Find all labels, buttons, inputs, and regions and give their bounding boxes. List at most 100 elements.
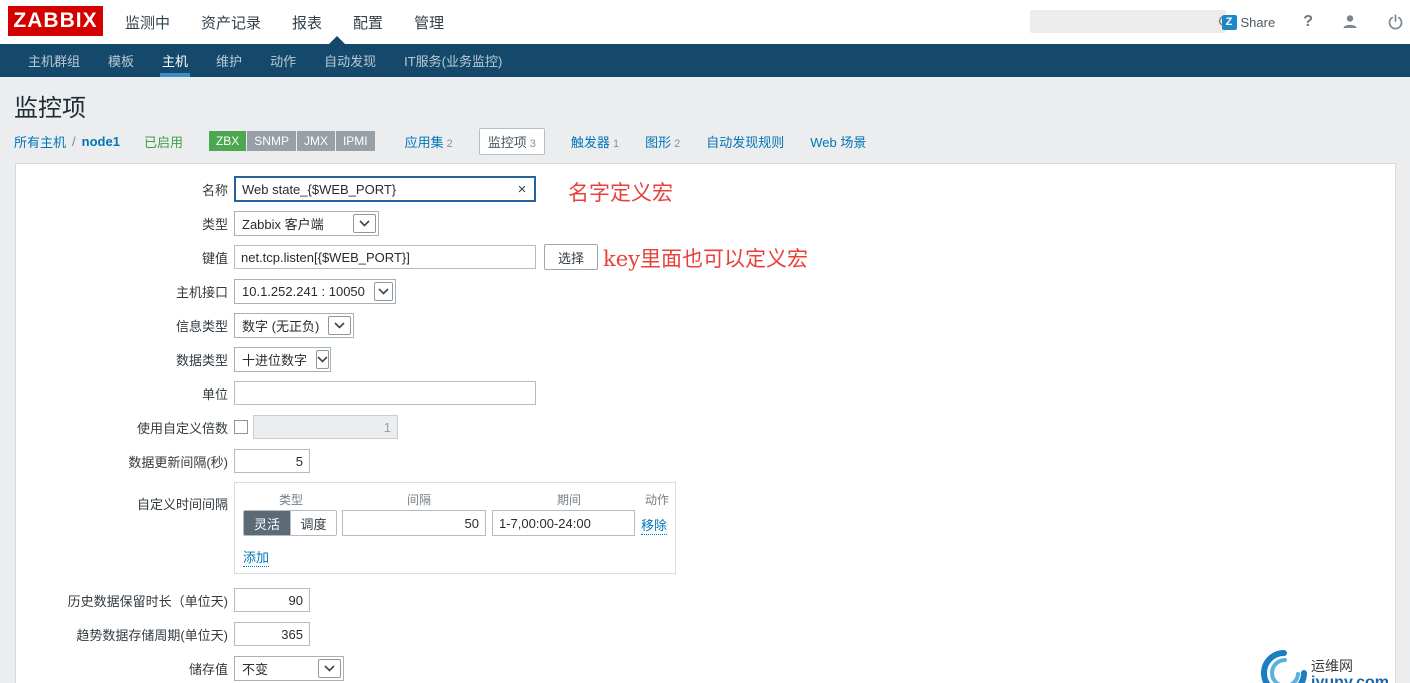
zabbix-logo[interactable]: ZABBIX — [8, 6, 103, 36]
custom-multiplier-label: 使用自定义倍数 — [136, 420, 228, 436]
row-name: 名称 × — [16, 176, 536, 202]
units-label: 单位 — [201, 386, 228, 402]
chevron-down-icon — [318, 658, 341, 678]
search-box — [1030, 10, 1232, 33]
share-button[interactable]: Z Share — [1221, 14, 1276, 30]
row-trend: 趋势数据存储周期(单位天) — [16, 621, 310, 647]
zabbix-item-config-screen: ZABBIX 监测中 资产记录 报表 配置 管理 Z Share ? 主机群组 … — [0, 0, 1410, 683]
menu-configuration[interactable]: 配置 — [353, 12, 383, 33]
chevron-down-icon — [373, 281, 393, 301]
col-period: 期间 — [557, 493, 582, 507]
trend-input[interactable] — [234, 622, 310, 646]
type-label: 类型 — [201, 216, 228, 232]
host-status-enabled[interactable]: 已启用 — [144, 132, 183, 151]
key-select-button[interactable]: 选择 — [544, 244, 599, 270]
history-input[interactable] — [234, 588, 310, 612]
iyunv-logo-icon — [1261, 650, 1308, 683]
breadcrumb-host[interactable]: node1 — [82, 134, 120, 149]
update-interval-input[interactable] — [234, 449, 310, 473]
key-input[interactable] — [234, 245, 536, 269]
logout-power-icon[interactable] — [1387, 13, 1404, 31]
watermark: 运维网 iyunv.com — [1261, 650, 1389, 683]
custom-intervals-label: 自定义时间间隔 — [136, 496, 228, 512]
entity-tabs: 应用集 2 监控项 3 触发器 1 图形 2 自动发现规则 Web 场景 — [405, 127, 866, 155]
units-input[interactable] — [234, 381, 536, 405]
tab-count: 2 — [674, 137, 681, 150]
type-select-value: Zabbix 客户端 — [242, 216, 324, 232]
subnav-it-services[interactable]: IT服务(业务监控) — [390, 44, 516, 77]
breadcrumb: 所有主机 / node1 已启用 ZBX SNMP JMX IPMI 应用集 2… — [14, 127, 866, 155]
name-input[interactable] — [236, 181, 510, 197]
row-units: 单位 — [16, 380, 536, 406]
tab-count: 3 — [529, 137, 536, 150]
history-label: 历史数据保留时长（单位天) — [67, 593, 228, 609]
search-input[interactable] — [1030, 10, 1218, 33]
store-value-select-value: 不变 — [242, 661, 269, 677]
subnav-host-groups[interactable]: 主机群组 — [14, 44, 94, 77]
tab-applications[interactable]: 应用集 2 — [405, 132, 453, 151]
tab-count: 2 — [446, 137, 453, 150]
agent-badges: ZBX SNMP JMX IPMI — [208, 131, 375, 151]
top-menu: 监测中 资产记录 报表 配置 管理 — [125, 0, 444, 44]
info-type-select[interactable]: 数字 (无正负) — [234, 312, 355, 338]
row-type: 类型 Zabbix 客户端 — [16, 210, 379, 236]
tab-label: 图形 — [645, 134, 672, 150]
chevron-down-icon — [353, 213, 376, 233]
tab-triggers[interactable]: 触发器 1 — [571, 132, 619, 151]
host-interface-select[interactable]: 10.1.252.241 : 10050 — [234, 278, 396, 304]
tab-graphs[interactable]: 图形 2 — [645, 132, 680, 151]
tab-items[interactable]: 监控项 3 — [478, 127, 545, 155]
page-title: 监控项 — [14, 95, 86, 122]
row-store-value: 储存值 不变 — [16, 655, 344, 681]
type-select[interactable]: Zabbix 客户端 — [234, 210, 379, 236]
tab-web-scenarios[interactable]: Web 场景 — [810, 132, 866, 151]
tab-label: 监控项 — [487, 134, 527, 150]
period-input[interactable] — [492, 510, 635, 536]
subnav-hosts[interactable]: 主机 — [148, 44, 202, 77]
row-host-interface: 主机接口 10.1.252.241 : 10050 — [16, 278, 396, 304]
row-info-type: 信息类型 数字 (无正负) — [16, 312, 355, 338]
host-interface-select-value: 10.1.252.241 : 10050 — [242, 283, 365, 299]
top-bar: ZABBIX 监测中 资产记录 报表 配置 管理 Z Share ? — [0, 0, 1410, 44]
data-type-select[interactable]: 十进位数字 — [234, 346, 331, 372]
subnav-discovery[interactable]: 自动发现 — [310, 44, 390, 77]
share-label: Share — [1240, 14, 1276, 30]
row-custom-multiplier: 使用自定义倍数 — [16, 414, 398, 440]
row-history: 历史数据保留时长（单位天) — [16, 587, 310, 613]
subnav-maintenance[interactable]: 维护 — [202, 44, 256, 77]
watermark-site-url: iyunv.com — [1311, 674, 1389, 683]
host-interface-label: 主机接口 — [175, 284, 228, 300]
tab-discovery-rules[interactable]: 自动发现规则 — [706, 132, 784, 151]
help-button[interactable]: ? — [1303, 13, 1313, 31]
store-value-select[interactable]: 不变 — [234, 655, 344, 681]
menu-reports[interactable]: 报表 — [292, 12, 322, 33]
name-field-wrap: × — [234, 176, 536, 202]
user-profile-icon[interactable] — [1341, 13, 1359, 31]
toggle-scheduled[interactable]: 调度 — [290, 511, 336, 535]
active-menu-pointer — [329, 36, 345, 44]
menu-monitoring[interactable]: 监测中 — [125, 12, 170, 33]
breadcrumb-all-hosts[interactable]: 所有主机 — [14, 132, 66, 151]
name-label: 名称 — [201, 182, 228, 198]
custom-multiplier-checkbox[interactable] — [234, 420, 248, 434]
data-type-label: 数据类型 — [175, 352, 228, 368]
name-annotation: 名字定义宏 — [568, 181, 673, 205]
col-interval: 间隔 — [407, 493, 432, 507]
custom-intervals-table: 类型 间隔 期间 动作 灵活 调度 移除 添加 — [234, 482, 676, 574]
subnav-templates[interactable]: 模板 — [94, 44, 148, 77]
menu-inventory[interactable]: 资产记录 — [201, 12, 261, 33]
clear-icon[interactable]: × — [510, 181, 534, 198]
item-form-card: 名称 × 类型 Zabbix 客户端 键值 选择 主机接口 10.1.252. — [15, 163, 1396, 683]
info-type-label: 信息类型 — [175, 318, 228, 334]
menu-administration[interactable]: 管理 — [414, 12, 444, 33]
tab-count: 1 — [612, 137, 620, 150]
badge-jmx: JMX — [296, 131, 335, 151]
add-interval-link[interactable]: 添加 — [243, 547, 270, 567]
remove-interval-link[interactable]: 移除 — [641, 515, 668, 535]
update-interval-label: 数据更新间隔(秒) — [128, 454, 228, 470]
zabbix-share-icon: Z — [1221, 14, 1237, 30]
subnav-actions[interactable]: 动作 — [256, 44, 310, 77]
interval-value-input[interactable] — [342, 510, 486, 536]
row-data-type: 数据类型 十进位数字 — [16, 346, 331, 372]
toggle-flexible[interactable]: 灵活 — [244, 511, 290, 535]
